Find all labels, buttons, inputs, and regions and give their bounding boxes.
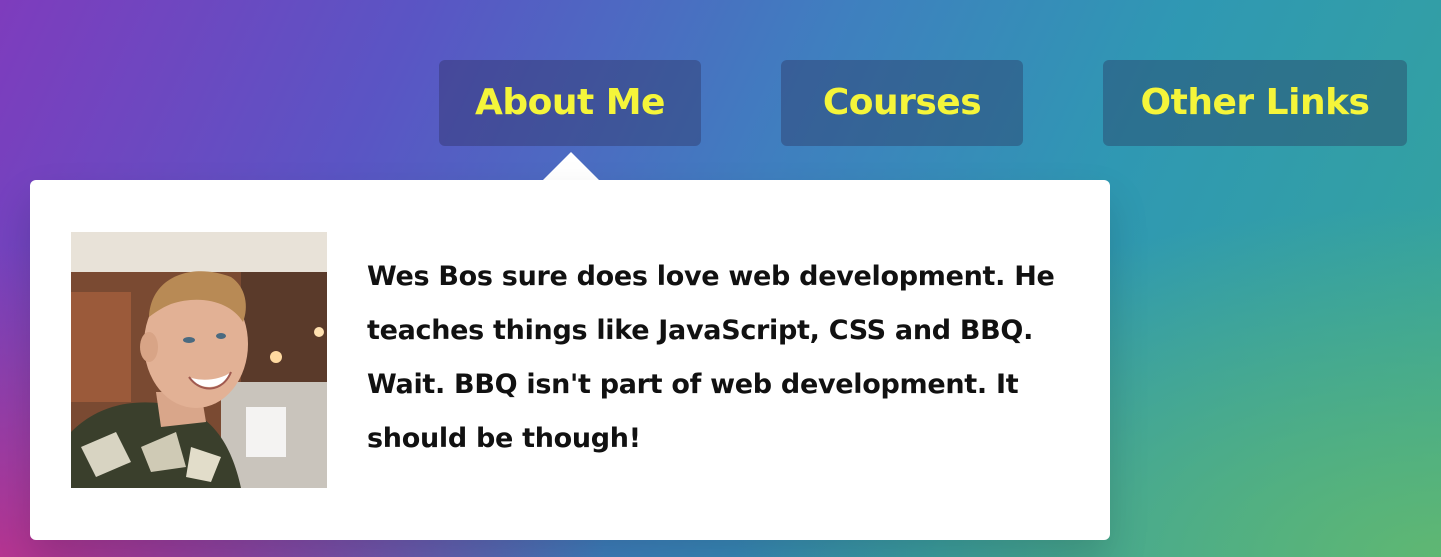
nav-item-about-me[interactable]: About Me: [439, 60, 701, 146]
bio-text: Wes Bos sure does love web development. …: [367, 261, 1055, 454]
nav-item-other-links[interactable]: Other Links: [1103, 60, 1407, 146]
main-nav: About Me Courses Other Links: [0, 0, 1441, 160]
nav-item-courses[interactable]: Courses: [781, 60, 1023, 146]
profile-photo: [71, 232, 327, 488]
about-me-dropdown: Wes Bos sure does love web development. …: [30, 180, 1110, 540]
dropdown-arrow: [542, 152, 600, 181]
